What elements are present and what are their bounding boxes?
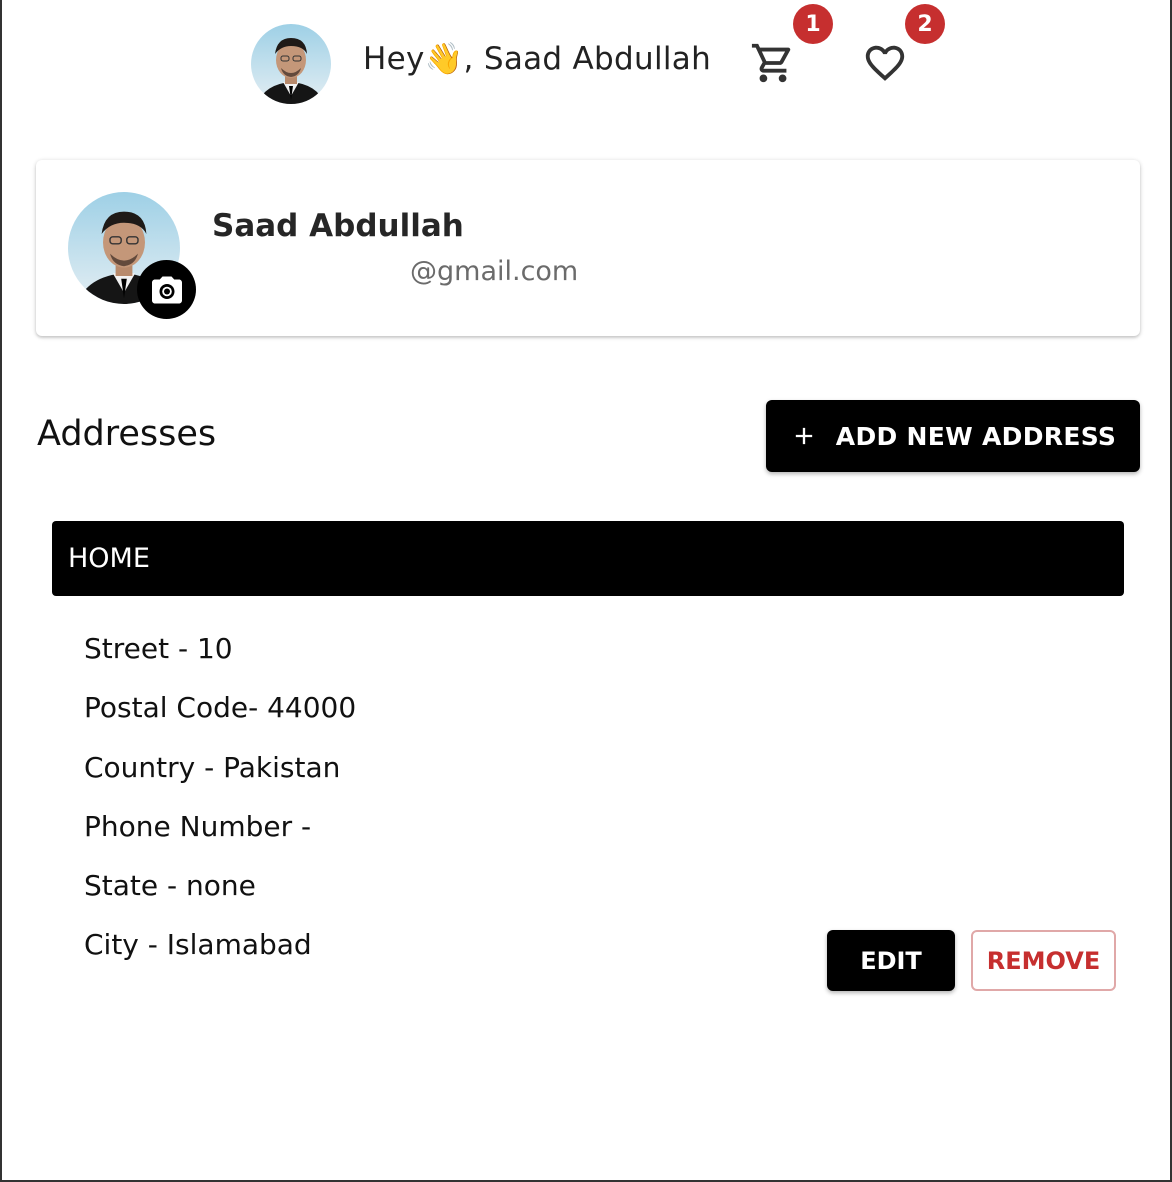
address-state: State - none bbox=[84, 869, 256, 902]
heart-icon[interactable] bbox=[862, 40, 908, 86]
profile-name: Saad Abdullah bbox=[212, 208, 464, 244]
address-country: Country - Pakistan bbox=[84, 751, 341, 784]
address-street: Street - 10 bbox=[84, 632, 233, 665]
add-new-address-button[interactable]: ADD NEW ADDRESS bbox=[766, 400, 1140, 472]
page-frame: Hey👋, Saad Abdullah 1 2 Saad Abdullah @g… bbox=[0, 0, 1172, 1182]
camera-icon bbox=[151, 276, 182, 303]
address-phone-number: Phone Number - bbox=[84, 810, 312, 843]
cart-icon[interactable] bbox=[750, 40, 796, 86]
add-new-address-label: ADD NEW ADDRESS bbox=[835, 421, 1117, 451]
greeting-text: Hey👋, Saad Abdullah bbox=[363, 41, 712, 77]
edit-address-button[interactable]: EDIT bbox=[827, 930, 955, 991]
address-city: City - Islamabad bbox=[84, 928, 312, 961]
plus-icon bbox=[795, 427, 812, 445]
cart-count-badge: 1 bbox=[793, 4, 833, 44]
profile-card: Saad Abdullah @gmail.com bbox=[36, 160, 1140, 336]
profile-email: @gmail.com bbox=[410, 256, 579, 287]
change-photo-button[interactable] bbox=[137, 260, 196, 319]
header-avatar[interactable] bbox=[251, 24, 331, 104]
addresses-title: Addresses bbox=[37, 414, 217, 454]
remove-address-button[interactable]: REMOVE bbox=[971, 930, 1116, 991]
wishlist-count-badge: 2 bbox=[905, 4, 945, 44]
address-type-header: HOME bbox=[52, 521, 1124, 596]
address-postal-code: Postal Code- 44000 bbox=[84, 691, 357, 724]
